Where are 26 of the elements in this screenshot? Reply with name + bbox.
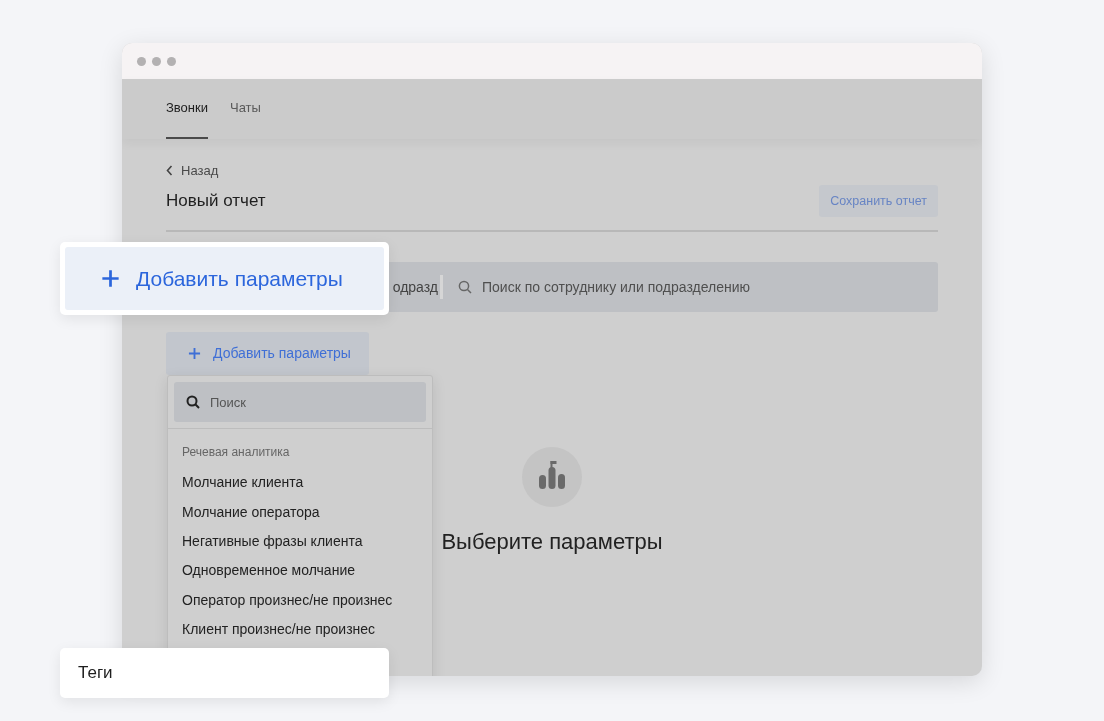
dropdown-search-field[interactable]: Поиск bbox=[174, 382, 426, 422]
parameter-item[interactable]: Оператор произнес/не произнес bbox=[182, 585, 393, 615]
plus-icon bbox=[188, 347, 201, 361]
tags-item[interactable]: Теги bbox=[60, 648, 389, 698]
parameter-item[interactable]: Молчание клиента bbox=[182, 468, 304, 498]
window-control-dot[interactable] bbox=[152, 56, 161, 66]
filter-text: одразд bbox=[392, 277, 438, 297]
page-title: Новый отчет bbox=[166, 190, 266, 212]
chevron-left-icon bbox=[166, 165, 173, 177]
employee-search-field[interactable]: Поиск по сотруднику или подразделению bbox=[472, 276, 938, 298]
tab[interactable]: Чаты bbox=[230, 79, 261, 139]
search-icon bbox=[458, 280, 472, 295]
plus-icon bbox=[101, 269, 120, 288]
group-heading: Речевая аналитика bbox=[182, 444, 291, 461]
parameter-item[interactable]: Негативные фразы клиента bbox=[182, 526, 363, 557]
window-control-dot[interactable] bbox=[137, 56, 146, 66]
back-label: Назад bbox=[181, 162, 219, 180]
chart-icon bbox=[522, 447, 582, 508]
parameter-item[interactable]: Одновременное молчание bbox=[182, 556, 355, 586]
tab[interactable]: Звонки bbox=[166, 79, 208, 139]
back-link[interactable]: Назад bbox=[166, 161, 219, 181]
window-control-dot[interactable] bbox=[167, 56, 176, 66]
add-parameters-button[interactable]: Добавить параметры bbox=[65, 247, 384, 310]
parameter-item[interactable]: Клиент произнес/не произнес bbox=[182, 614, 376, 645]
empty-state-title: Выберите параметры bbox=[441, 529, 663, 556]
parameter-item[interactable]: Молчание оператора bbox=[182, 497, 320, 527]
